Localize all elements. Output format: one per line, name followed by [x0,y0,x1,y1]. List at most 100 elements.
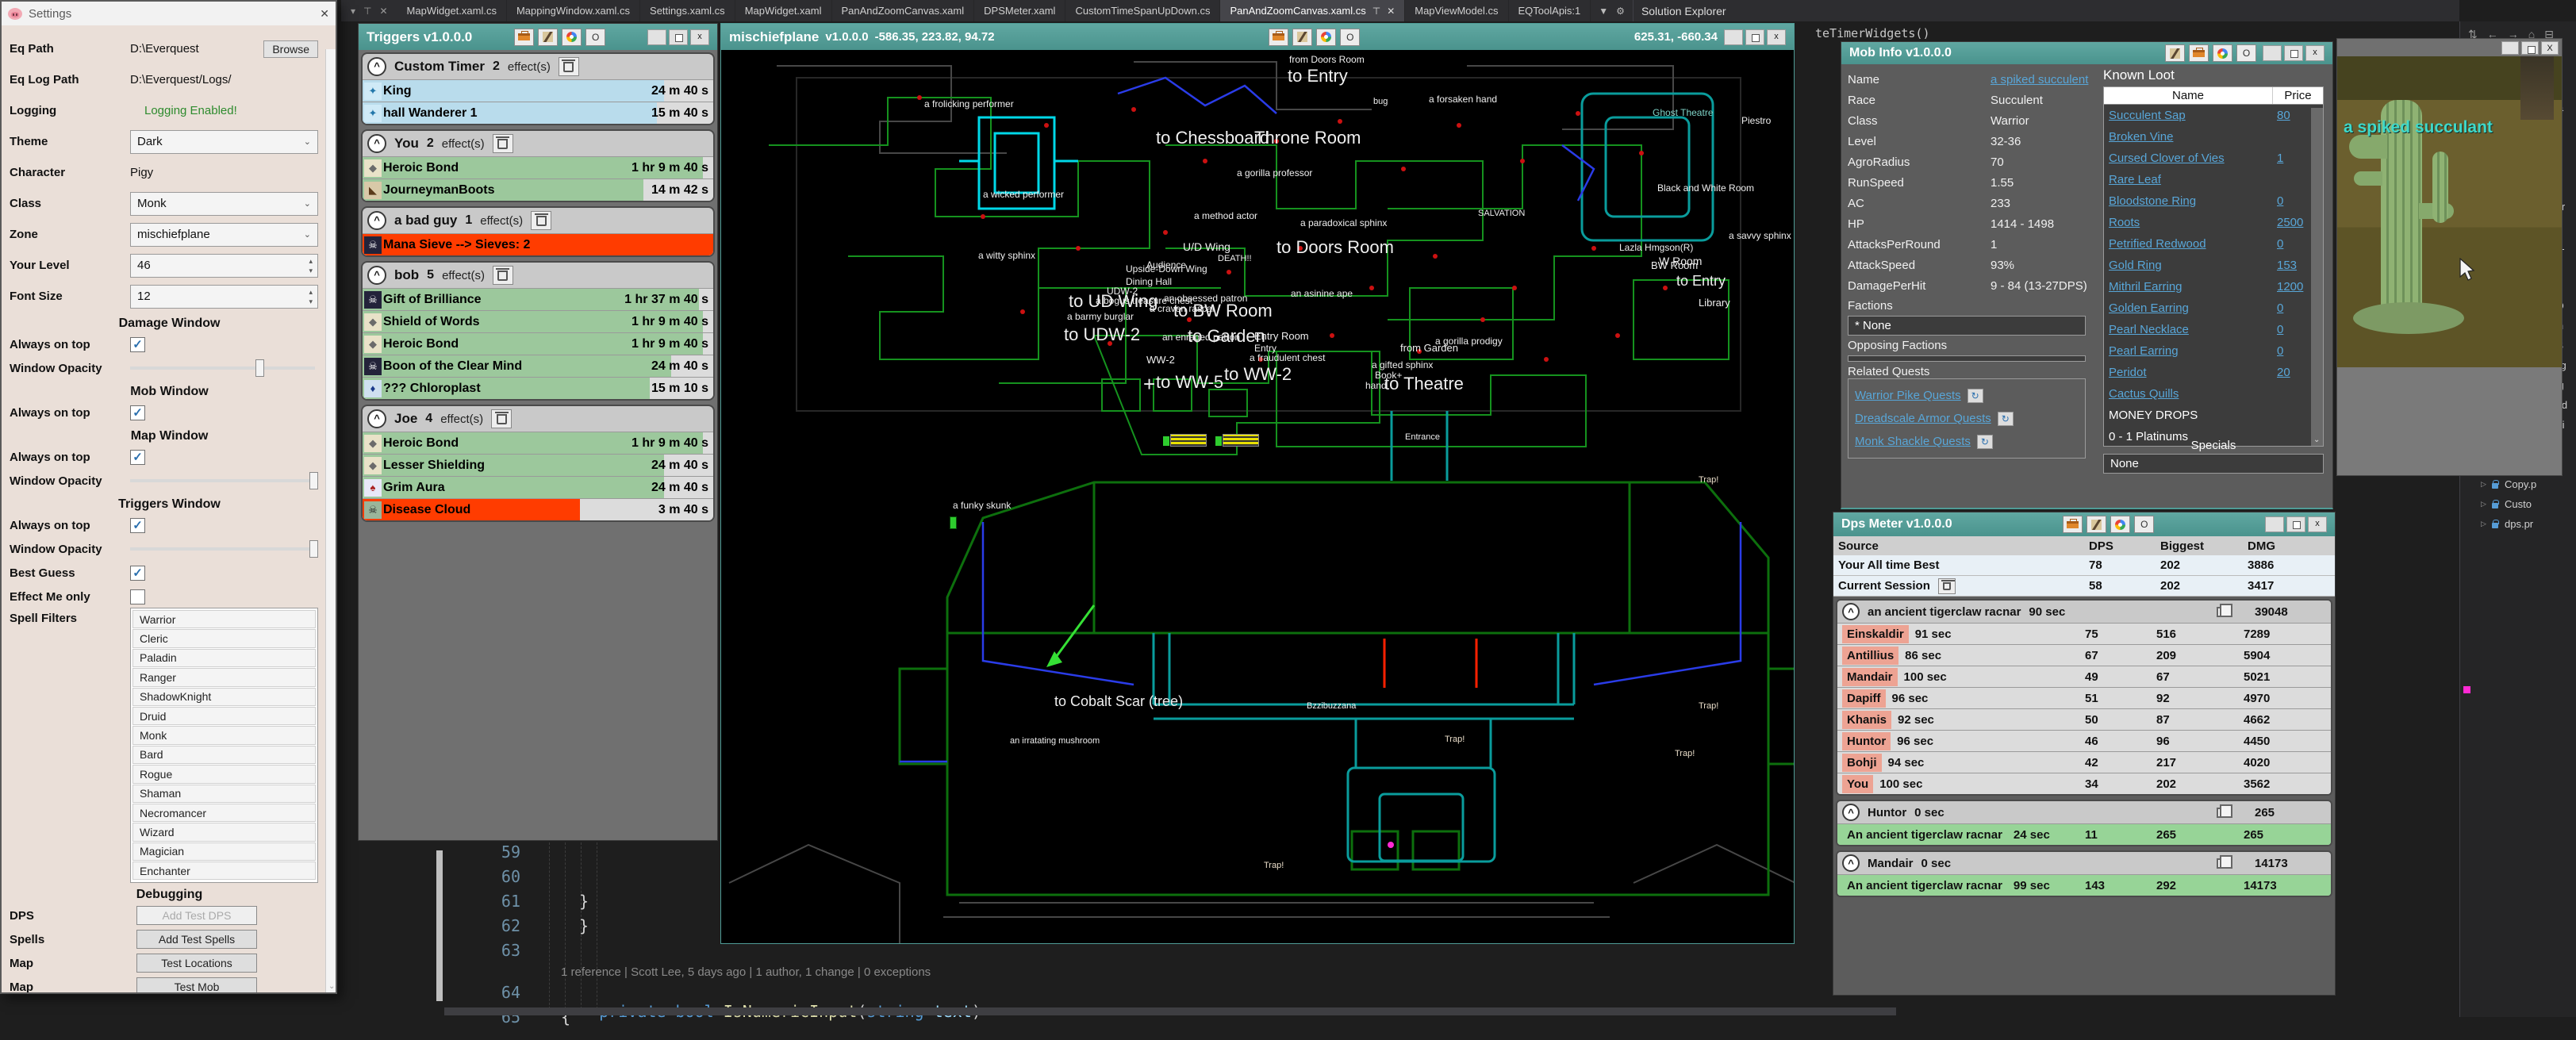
restore-button[interactable] [669,29,688,45]
loot-row[interactable]: Gold Ring 153 [2104,255,2323,276]
o-button[interactable] [2134,516,2154,533]
map-canvas[interactable]: to Entry from Doors Room to Chessboard T… [721,50,1794,943]
loot-row[interactable]: Petrified Redwood 0 [2104,233,2323,255]
toolbox-icon[interactable] [2189,44,2209,62]
delete-group-button[interactable] [531,211,551,230]
effect-row[interactable]: Gift of Brilliance 1 hr 37 m 40 s [363,288,713,310]
effect-row[interactable]: Lesser Shielding 24 m 40 s [363,454,713,476]
delete-group-button[interactable] [559,57,579,76]
loot-name[interactable]: Golden Earring [2109,301,2277,315]
best-guess-checkbox[interactable] [130,566,145,581]
loot-row[interactable]: Roots 2500 [2104,212,2323,233]
collapse-button[interactable] [367,134,386,153]
gear-icon[interactable]: ⚙ [1616,6,1625,17]
effect-row[interactable]: Boon of the Clear Mind 24 m 40 s [363,355,713,377]
loot-name[interactable]: Succulent Sap [2109,109,2277,122]
toolbox-icon[interactable] [514,29,534,46]
eq-log-path-value[interactable]: D:\Everquest/Logs/ [130,73,329,86]
editor-tab[interactable]: EQToolApis:1 ⊤ ✕ [1509,0,1591,21]
loot-row[interactable]: Succulent Sap 80 [2104,105,2323,126]
restore-button[interactable] [1745,29,1764,45]
debug-button[interactable]: Add Test DPS [136,906,257,925]
scribe-icon[interactable] [538,29,558,46]
effect-row[interactable]: hall Wanderer 1 15 m 40 s [363,102,713,124]
your-level-stepper[interactable]: 46▴▾ [130,254,318,278]
opacity-slider[interactable] [130,547,315,551]
triggers-titlebar[interactable]: Triggers v1.0.0.0 x [359,24,717,50]
expand-icon[interactable]: ▷ [2481,480,2489,489]
game-titlebar[interactable]: X [2337,39,2562,56]
opacity-slider[interactable] [130,366,315,370]
editor-tab[interactable]: CustomTimeSpanUpDown.cs ⊤ ✕ [1065,0,1220,21]
effect-row[interactable]: Heroic Bond 1 hr 9 m 40 s [363,432,713,454]
o-button[interactable] [585,29,605,46]
minimize-button[interactable] [2501,41,2519,55]
effect-row[interactable]: JourneymanBoots 14 m 42 s [363,178,713,201]
loot-row[interactable]: Peridot 20 [2104,362,2323,383]
effect-row[interactable]: Shield of Words 1 hr 9 m 40 s [363,310,713,332]
editor-tab[interactable]: PanAndZoomCanvas.xaml ⊤ ✕ [832,0,975,21]
always-on-top-checkbox[interactable] [130,518,145,533]
loot-row[interactable]: Cactus Quills [2104,383,2323,405]
always-on-top-checkbox[interactable] [130,450,145,465]
loot-name[interactable]: MONEY DROPS [2109,409,2277,422]
restore-button[interactable] [2286,516,2305,532]
font-size-stepper[interactable]: 12▴▾ [130,285,318,309]
toolbox-icon[interactable] [2063,516,2083,533]
editor-tab[interactable]: MapWidget.xaml ⊤ ✕ [735,0,832,21]
loot-name[interactable]: Pearl Earring [2109,344,2277,358]
loot-row[interactable]: MONEY DROPS [2104,405,2323,426]
expand-icon[interactable]: ▷ [2481,520,2489,528]
copy-icon[interactable] [2217,858,2226,869]
dps-titlebar[interactable]: Dps Meter v1.0.0.0 x [1833,512,2335,536]
collapse-button[interactable] [367,266,386,285]
always-on-top-checkbox[interactable] [130,337,145,352]
restore-button[interactable] [2521,41,2539,55]
spell-filter-item[interactable]: Druid [132,707,316,725]
collapse-button[interactable] [1842,603,1860,620]
loot-row[interactable]: Pearl Earring 0 [2104,340,2323,362]
debug-button[interactable]: Test Locations [136,954,257,973]
quest-link[interactable]: Warrior Pike Quests [1855,389,1961,402]
clear-session-button[interactable] [1938,578,1956,594]
loot-name[interactable]: Rare Leaf [2109,173,2277,186]
effect-row[interactable]: Heroic Bond 1 hr 9 m 40 s [363,156,713,178]
spell-filter-item[interactable]: Ranger [132,668,316,686]
pin-icon[interactable]: ⊤ [363,6,371,17]
tree-item[interactable]: ▷ Copy.p [2460,474,2576,494]
delete-group-button[interactable] [491,409,512,428]
close-button[interactable]: x [2308,516,2327,532]
chevron-down-icon[interactable]: ▼ [1599,6,1608,17]
o-button[interactable] [2236,44,2256,62]
map-titlebar[interactable]: mischiefplane v1.0.0.0 -586.35, 223.82, … [721,24,1794,50]
loot-row[interactable]: Bloodstone Ring 0 [2104,190,2323,212]
spell-filter-item[interactable]: Necromancer [132,804,316,822]
tree-item[interactable]: ▷ dps.pr [2460,514,2576,534]
maps-pin-icon[interactable] [562,29,582,46]
loot-row[interactable]: Pearl Necklace 0 [2104,319,2323,340]
pin-icon[interactable]: ⊤ [1372,6,1380,17]
settings-titlebar[interactable]: Settings ✕ [2,2,336,25]
stepper-arrows-icon[interactable]: ▴▾ [309,287,313,306]
scribe-icon[interactable] [1292,29,1312,46]
spell-filter-item[interactable]: Monk [132,726,316,744]
loot-name[interactable]: Bloodstone Ring [2109,194,2277,208]
open-quest-icon[interactable] [1998,412,2014,426]
always-on-top-checkbox[interactable] [130,405,145,420]
stepper-arrows-icon[interactable]: ▴▾ [309,256,313,275]
collapse-button[interactable] [367,211,386,230]
quest-link[interactable]: Dreadscale Armor Quests [1855,412,1991,425]
maps-pin-icon[interactable] [2213,44,2232,62]
codelens[interactable]: 1 reference | Scott Lee, 5 days ago | 1 … [561,965,931,979]
loot-row[interactable]: Golden Earring 0 [2104,297,2323,319]
effect-row[interactable]: ??? Chloroplast 15 m 10 s [363,377,713,399]
theme-dropdown[interactable]: Dark⌄ [130,130,318,154]
quest-link[interactable]: Monk Shackle Quests [1855,435,1971,448]
loot-scrollbar[interactable] [2311,108,2323,446]
class-dropdown[interactable]: Monk⌄ [130,192,318,216]
collapse-button[interactable] [367,57,386,76]
loot-name[interactable]: Cursed Clover of Vies [2109,152,2277,165]
effect-row[interactable]: Mana Sieve --> Sieves: 2 [363,233,713,255]
loot-name[interactable]: Broken Vine [2109,130,2277,144]
loot-name[interactable]: Roots [2109,216,2277,229]
